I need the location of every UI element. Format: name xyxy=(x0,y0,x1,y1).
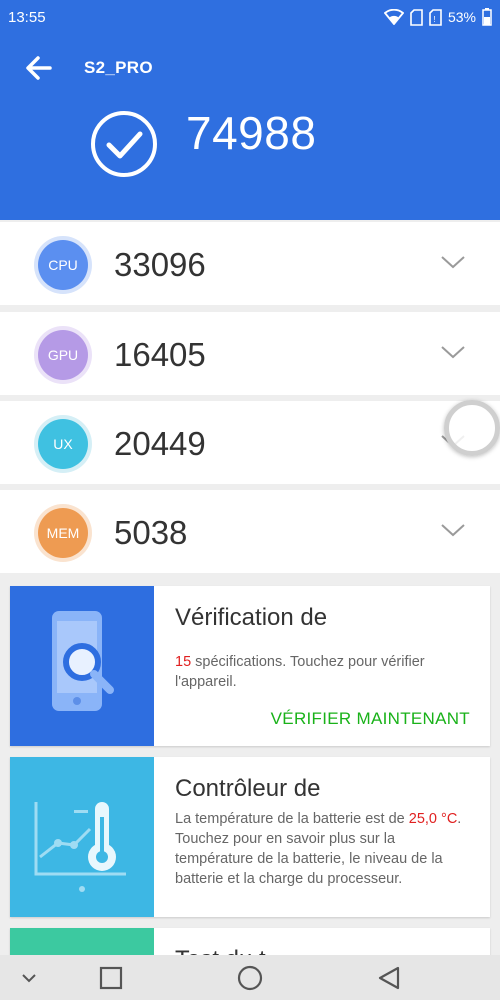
battery-monitor-card[interactable]: Contrôleur de La température de la batte… xyxy=(10,757,490,917)
nav-home-icon xyxy=(237,965,263,991)
nav-collapse-button[interactable] xyxy=(14,963,44,993)
ux-score: 20449 xyxy=(114,425,206,462)
verify-card[interactable]: Vérification de 15 spécifications. Touch… xyxy=(10,586,490,746)
total-score: 74988 xyxy=(186,107,317,159)
mem-score-row[interactable]: MEM 5038 xyxy=(0,490,500,573)
gpu-score: 16405 xyxy=(114,336,206,373)
verify-title: Vérification de xyxy=(175,604,328,631)
floating-assistive-button[interactable] xyxy=(444,400,500,456)
nav-recents-button[interactable] xyxy=(96,963,126,993)
ux-badge: UX xyxy=(38,419,88,469)
verify-icon-box xyxy=(10,586,154,746)
thermometer-chart-icon xyxy=(34,802,126,892)
cpu-badge: CPU xyxy=(38,240,88,290)
status-icons: ! 53% xyxy=(383,8,492,26)
gpu-score-row[interactable]: GPU 16405 xyxy=(0,312,500,395)
battery-title: Contrôleur de xyxy=(175,775,321,802)
cpu-score: 33096 xyxy=(114,246,206,283)
battery-icon xyxy=(482,8,492,26)
nav-recents-icon xyxy=(99,966,123,990)
app-title: S2_PRO xyxy=(84,58,153,77)
back-button[interactable] xyxy=(20,52,56,84)
ux-score-row[interactable]: UX 20449 xyxy=(0,401,500,484)
nav-home-button[interactable] xyxy=(235,963,265,993)
svg-text:!: ! xyxy=(433,15,435,24)
phone-search-icon xyxy=(52,611,114,711)
nav-back-button[interactable] xyxy=(374,963,404,993)
app-bar: S2_PRO xyxy=(0,46,500,90)
chevron-down-icon[interactable] xyxy=(440,344,466,360)
status-time: 13:55 xyxy=(8,9,46,26)
nav-collapse-icon xyxy=(22,974,36,983)
chevron-down-icon[interactable] xyxy=(440,254,466,270)
back-arrow-icon xyxy=(26,56,52,80)
status-bar: 13:55 ! 53% xyxy=(0,0,500,36)
gpu-badge: GPU xyxy=(38,330,88,380)
verify-description: 15 spécifications. Touchez pour vérifier… xyxy=(175,654,425,690)
total-score-row: 74988 xyxy=(0,100,500,200)
battery-percent: 53% xyxy=(447,9,476,25)
mem-badge: MEM xyxy=(38,508,88,558)
sim-icon xyxy=(410,8,423,26)
battery-icon-box xyxy=(10,757,154,917)
check-circle-icon xyxy=(91,111,157,177)
nav-back-icon xyxy=(378,966,400,990)
chevron-down-icon[interactable] xyxy=(440,522,466,538)
sim-icon-2: ! xyxy=(429,8,442,26)
navigation-bar xyxy=(0,955,500,1000)
mem-score: 5038 xyxy=(114,514,188,551)
header: 13:55 ! 53% S2_PRO 74988 xyxy=(0,0,500,220)
cpu-score-row[interactable]: CPU 33096 xyxy=(0,222,500,305)
verify-now-button[interactable]: VÉRIFIER MAINTENANT xyxy=(271,709,470,729)
battery-description: La température de la batterie est de 25,… xyxy=(175,811,462,887)
wifi-icon xyxy=(383,9,404,25)
